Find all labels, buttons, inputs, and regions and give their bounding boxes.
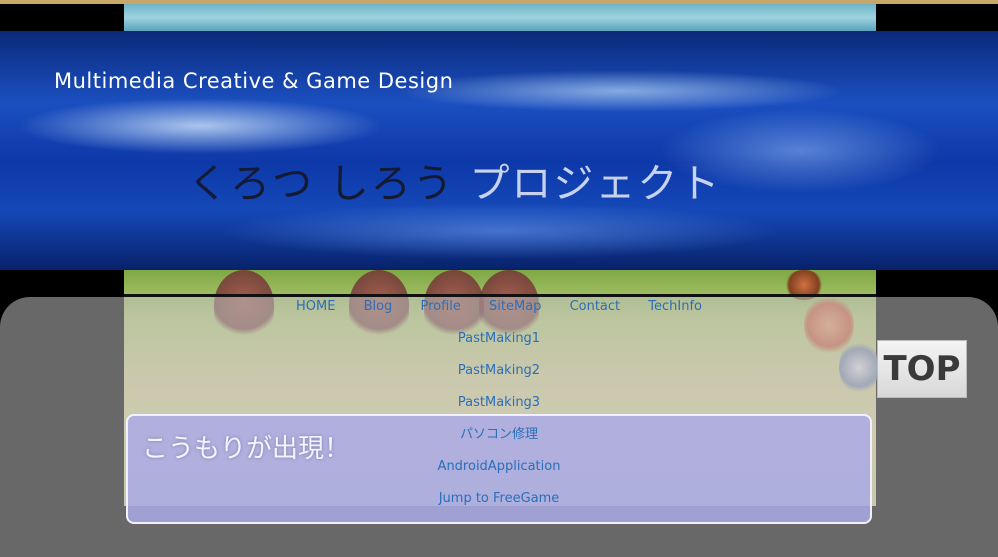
nav-link-home[interactable]: HOME: [296, 299, 335, 314]
site-subtitle: Multimedia Creative & Game Design: [54, 69, 454, 93]
nav-link-techinfo[interactable]: TechInfo: [648, 299, 702, 314]
nav-stack: PastMaking1 PastMaking2 PastMaking3 パソコン…: [0, 330, 998, 522]
site-title-dark: くろつ しろう: [188, 161, 455, 207]
main-navigation: HOME Blog Profile SiteMap Contact TechIn…: [0, 298, 998, 522]
nav-link-pastmaking1[interactable]: PastMaking1: [0, 330, 998, 362]
nav-link-profile[interactable]: Profile: [420, 299, 460, 314]
nav-link-android-application[interactable]: AndroidApplication: [0, 458, 998, 490]
nav-link-pastmaking2[interactable]: PastMaking2: [0, 362, 998, 394]
site-title: くろつ しろう プロジェクト: [188, 151, 721, 209]
nav-row: HOME Blog Profile SiteMap Contact TechIn…: [0, 298, 998, 316]
nav-link-jump-to-freegame[interactable]: Jump to FreeGame: [0, 490, 998, 522]
back-to-top-button[interactable]: TOP: [877, 340, 967, 398]
nav-link-blog[interactable]: Blog: [364, 299, 393, 314]
nav-link-contact[interactable]: Contact: [570, 299, 621, 314]
nav-link-pastmaking3[interactable]: PastMaking3: [0, 394, 998, 426]
nav-link-sitemap[interactable]: SiteMap: [489, 299, 541, 314]
nav-link-pc-repair[interactable]: パソコン修理: [0, 426, 998, 458]
site-title-light: プロジェクト: [469, 161, 722, 207]
header-sky-strip: [124, 4, 876, 31]
header-banner: Multimedia Creative & Game Design くろつ しろ…: [0, 31, 998, 270]
